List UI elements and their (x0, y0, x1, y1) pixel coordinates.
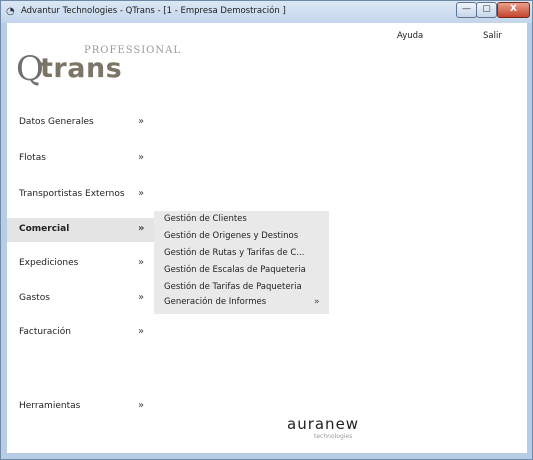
menu-item-label: Transportistas Externos (19, 189, 125, 199)
submenu-item-escalas-paqueteria[interactable]: Gestión de Escalas de Paqueteria (164, 265, 306, 275)
help-link[interactable]: Ayuda (397, 31, 423, 41)
status-bar (1, 453, 532, 459)
chevron-right-icon: » (138, 223, 145, 234)
menu-item-label: Comercial (19, 224, 70, 234)
menu-item-herramientas[interactable]: Herramientas » (7, 395, 154, 419)
auranew-logo: auranew technologies (287, 415, 417, 449)
chevron-right-icon: » (138, 257, 145, 268)
exit-link[interactable]: Salir (483, 31, 502, 41)
auranew-brand-text: auranew (287, 415, 360, 433)
menu-item-label: Flotas (19, 153, 46, 163)
menu-item-flotas[interactable]: Flotas » (7, 147, 154, 171)
menu-item-label: Expediciones (19, 258, 79, 268)
chevron-right-icon: » (314, 297, 320, 307)
submenu-item-origenes-destinos[interactable]: Gestión de Origenes y Destinos (164, 231, 298, 241)
chevron-right-icon: » (138, 326, 145, 337)
maximize-button[interactable]: ▢ (476, 2, 497, 18)
app-icon: ◔ (6, 6, 15, 17)
menu-item-label: Datos Generales (19, 117, 94, 127)
app-content: PROFESSIONAL Q trans Ayuda Salir Datos G… (7, 23, 527, 453)
menu-item-label: Gastos (19, 293, 50, 303)
chevron-right-icon: » (138, 292, 145, 303)
window-title: Advantur Technologies - QTrans - [1 - Em… (21, 6, 286, 16)
auranew-tagline: technologies (314, 433, 353, 440)
header-links: Ayuda Salir (397, 31, 527, 45)
chevron-right-icon: » (138, 400, 145, 411)
chevron-right-icon: » (138, 152, 145, 163)
menu-item-label: Herramientas (19, 401, 81, 411)
menu-item-comercial[interactable]: Comercial » (7, 218, 154, 242)
minimize-button[interactable]: — (456, 2, 477, 18)
submenu-item-tarifas-paqueteria[interactable]: Gestión de Tarifas de Paqueteria (164, 282, 302, 292)
menu-item-label: Facturación (19, 327, 71, 337)
menu-item-facturacion[interactable]: Facturación » (7, 321, 154, 345)
application-window: ◔ Advantur Technologies - QTrans - [1 - … (0, 0, 533, 460)
comercial-submenu: Gestión de Clientes Gestión de Origenes … (154, 211, 329, 314)
submenu-item-rutas-tarifas[interactable]: Gestión de Rutas y Tarifas de C... (164, 248, 304, 258)
close-button[interactable]: X (497, 2, 530, 18)
menu-item-gastos[interactable]: Gastos » (7, 287, 154, 311)
chevron-right-icon: » (138, 116, 145, 127)
qtrans-logo: PROFESSIONAL Q trans (16, 43, 180, 103)
submenu-item-generacion-informes[interactable]: Generación de Informes (164, 297, 266, 307)
title-bar[interactable]: ◔ Advantur Technologies - QTrans - [1 - … (1, 1, 532, 23)
menu-item-expediciones[interactable]: Expediciones » (7, 252, 154, 276)
submenu-item-gestion-clientes[interactable]: Gestión de Clientes (164, 214, 247, 224)
menu-item-datos-generales[interactable]: Datos Generales » (7, 111, 154, 135)
logo-trans-text: trans (40, 53, 123, 84)
menu-item-transportistas-externos[interactable]: Transportistas Externos » (7, 183, 154, 207)
chevron-right-icon: » (138, 188, 145, 199)
